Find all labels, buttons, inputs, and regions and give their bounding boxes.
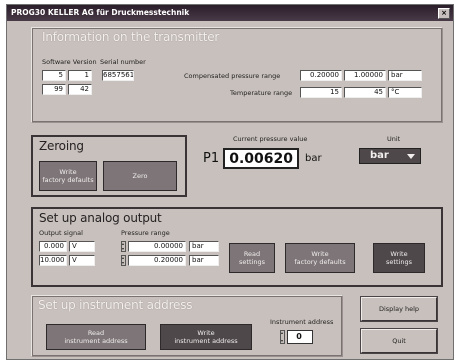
zeroing-title: Zeroing bbox=[39, 139, 84, 153]
analog-output-group: Set up analog output Output signal Press… bbox=[31, 207, 443, 287]
analog-write-factory-defaults-button[interactable]: Write factory defaults bbox=[285, 243, 355, 273]
output-signal-max-unit: V bbox=[69, 255, 95, 266]
quit-button[interactable]: Quit bbox=[360, 328, 438, 354]
temperature-range-min: 15 bbox=[300, 87, 342, 98]
output-signal-max[interactable]: 10.000 bbox=[39, 255, 67, 266]
transmitter-info-group: Information on the transmitter Software … bbox=[31, 27, 443, 123]
pressure-range-max[interactable]: 0.20000 bbox=[128, 255, 186, 266]
compensated-range-max: 1.00000 bbox=[344, 70, 386, 81]
main-window: PROG30 KELLER AG für Druckmesstechnik × … bbox=[6, 4, 454, 360]
display-help-button[interactable]: Display help bbox=[360, 296, 438, 322]
transmitter-info-title: Information on the transmitter bbox=[42, 30, 220, 44]
pressure-unit-label: bar bbox=[305, 153, 322, 164]
unit-select-label: Unit bbox=[387, 135, 401, 143]
instrument-address-group: Set up instrument address Read instrumen… bbox=[31, 295, 343, 357]
pressure-range-max-unit: bar bbox=[189, 255, 219, 266]
write-settings-button[interactable]: Write settings bbox=[373, 243, 425, 273]
compensated-range-min: 0.20000 bbox=[300, 70, 342, 81]
zero-button[interactable]: Zero bbox=[103, 161, 177, 191]
serial-number-label: Serial number bbox=[100, 58, 146, 66]
pressure-range-min-stepper[interactable] bbox=[121, 241, 126, 252]
chevron-down-icon[interactable] bbox=[407, 154, 415, 159]
serial-number-field: 6857561 bbox=[102, 70, 134, 81]
compensated-range-unit: bar bbox=[388, 70, 422, 81]
output-signal-label: Output signal bbox=[39, 229, 83, 237]
temperature-range-label: Temperature range bbox=[230, 89, 293, 97]
unit-dropdown-value: bar bbox=[370, 150, 389, 161]
window-title: PROG30 KELLER AG für Druckmesstechnik bbox=[11, 8, 190, 17]
pressure-value-display: 0.00620 bbox=[223, 148, 299, 169]
instrument-address-title: Set up instrument address bbox=[38, 298, 193, 312]
temperature-range-unit: °C bbox=[388, 87, 422, 98]
unit-dropdown[interactable]: bar bbox=[359, 148, 421, 164]
instrument-address-label: Instrument address bbox=[270, 318, 334, 326]
pressure-range-max-stepper[interactable] bbox=[121, 255, 126, 266]
software-version-field-2: 1 bbox=[68, 70, 92, 81]
pressure-range-min-unit: bar bbox=[189, 241, 219, 252]
close-icon[interactable]: × bbox=[438, 8, 450, 19]
zeroing-group: Zeroing Write factory defaults Zero bbox=[31, 135, 187, 197]
pressure-range-min[interactable]: 0.00000 bbox=[128, 241, 186, 252]
title-bar: PROG30 KELLER AG für Druckmesstechnik × bbox=[7, 5, 453, 21]
software-version-field-3: 99 bbox=[42, 84, 66, 95]
instrument-address-stepper[interactable] bbox=[280, 330, 285, 344]
software-version-label: Software Version bbox=[42, 58, 97, 66]
instrument-address-field[interactable]: 0 bbox=[287, 330, 313, 344]
read-instrument-address-button[interactable]: Read instrument address bbox=[46, 324, 146, 350]
write-instrument-address-button[interactable]: Write instrument address bbox=[160, 324, 252, 350]
pressure-range-label: Pressure range bbox=[121, 229, 170, 237]
current-pressure-label: Current pressure value bbox=[233, 135, 308, 143]
software-version-field-1: 5 bbox=[42, 70, 66, 81]
output-signal-min[interactable]: 0.000 bbox=[39, 241, 67, 252]
temperature-range-max: 45 bbox=[344, 87, 386, 98]
software-version-field-4: 42 bbox=[68, 84, 92, 95]
output-signal-min-unit: V bbox=[69, 241, 95, 252]
analog-output-title: Set up analog output bbox=[39, 211, 162, 225]
compensated-range-label: Compensated pressure range bbox=[184, 72, 281, 80]
read-settings-button[interactable]: Read settings bbox=[229, 243, 275, 273]
zeroing-write-factory-defaults-button[interactable]: Write factory defaults bbox=[39, 161, 97, 191]
pressure-channel-label: P1 bbox=[203, 151, 220, 166]
